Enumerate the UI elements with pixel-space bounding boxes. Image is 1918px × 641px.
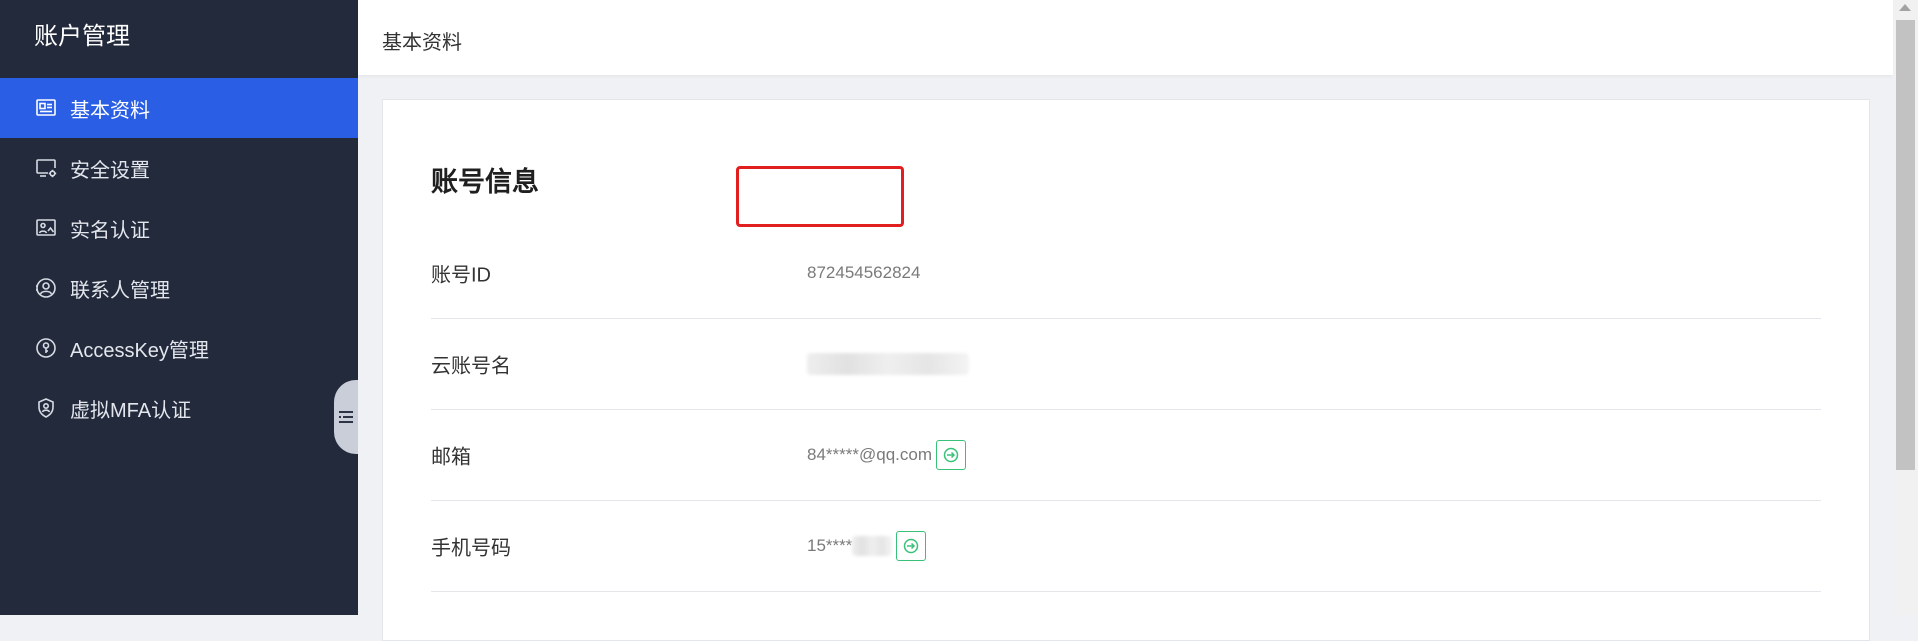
redacted-phone (852, 535, 893, 556)
cloud-account-name-value (807, 352, 969, 375)
page-header: 基本资料 (358, 0, 1893, 75)
sidebar-item-mfa[interactable]: 虚拟MFA认证 (0, 378, 358, 438)
account-id-text: 872454562824 (807, 262, 921, 282)
sidebar-collapse-toggle[interactable] (334, 380, 358, 454)
email-row: 邮箱 84*****@qq.com (431, 409, 1821, 501)
page-title: 基本资料 (382, 32, 462, 54)
account-id-label: 账号ID (431, 264, 491, 286)
section-title: 账号信息 (431, 167, 539, 197)
sidebar-item-label: 基本资料 (70, 99, 150, 122)
sidebar-item-accesskey[interactable]: AccessKey管理 (0, 318, 358, 378)
vertical-scrollbar[interactable] (1893, 0, 1918, 615)
edit-arrow-icon (943, 447, 959, 462)
sidebar-nav: 基本资料 安全设置 实名认证 联系人管理 AccessKey管理 虚拟MFA认证 (0, 78, 358, 438)
cloud-account-name-row: 云账号名 (431, 318, 1821, 410)
phone-label: 手机号码 (431, 537, 511, 559)
sidebar: 账户管理 基本资料 安全设置 实名认证 联系人管理 AccessKey管理 虚拟… (0, 0, 358, 615)
phone-value: 15**** (807, 530, 927, 561)
sidebar-item-label: 联系人管理 (70, 279, 170, 302)
menu-collapse-icon (339, 411, 353, 423)
edit-phone-button[interactable] (896, 530, 927, 561)
email-text: 84*****@qq.com (807, 444, 932, 464)
sidebar-item-label: 虚拟MFA认证 (70, 399, 192, 422)
account-id-row: 账号ID 872454562824 (431, 227, 1821, 319)
email-label: 邮箱 (431, 446, 471, 468)
phone-row: 手机号码 15**** (431, 500, 1821, 592)
sidebar-item-label: AccessKey管理 (70, 339, 209, 362)
profile-card-icon (33, 95, 59, 121)
sidebar-item-label: 实名认证 (70, 219, 150, 242)
scroll-up-arrow-icon[interactable] (1899, 4, 1911, 11)
id-image-icon (33, 215, 59, 241)
monitor-gear-icon (33, 155, 59, 181)
redacted-account-name (807, 352, 969, 375)
sidebar-item-real-name[interactable]: 实名认证 (0, 198, 358, 258)
sidebar-item-security[interactable]: 安全设置 (0, 138, 358, 198)
email-value: 84*****@qq.com (807, 439, 966, 470)
sidebar-item-label: 安全设置 (70, 159, 150, 182)
contact-person-icon (33, 275, 59, 301)
shield-user-icon (33, 395, 59, 421)
edit-arrow-icon (904, 538, 919, 553)
cloud-account-name-label: 云账号名 (431, 355, 511, 377)
key-bulb-icon (33, 335, 59, 361)
edit-email-button[interactable] (936, 439, 966, 470)
scrollbar-thumb[interactable] (1896, 20, 1915, 470)
account-info-card: 账号信息 账号ID 872454562824 云账号名 邮箱 84*****@q… (382, 99, 1870, 641)
account-id-value: 872454562824 (807, 263, 920, 283)
sidebar-item-contacts[interactable]: 联系人管理 (0, 258, 358, 318)
phone-text: 15**** (807, 535, 853, 555)
sidebar-title: 账户管理 (34, 23, 130, 50)
account-id-highlight (736, 166, 904, 227)
sidebar-item-basic-info[interactable]: 基本资料 (0, 78, 358, 138)
